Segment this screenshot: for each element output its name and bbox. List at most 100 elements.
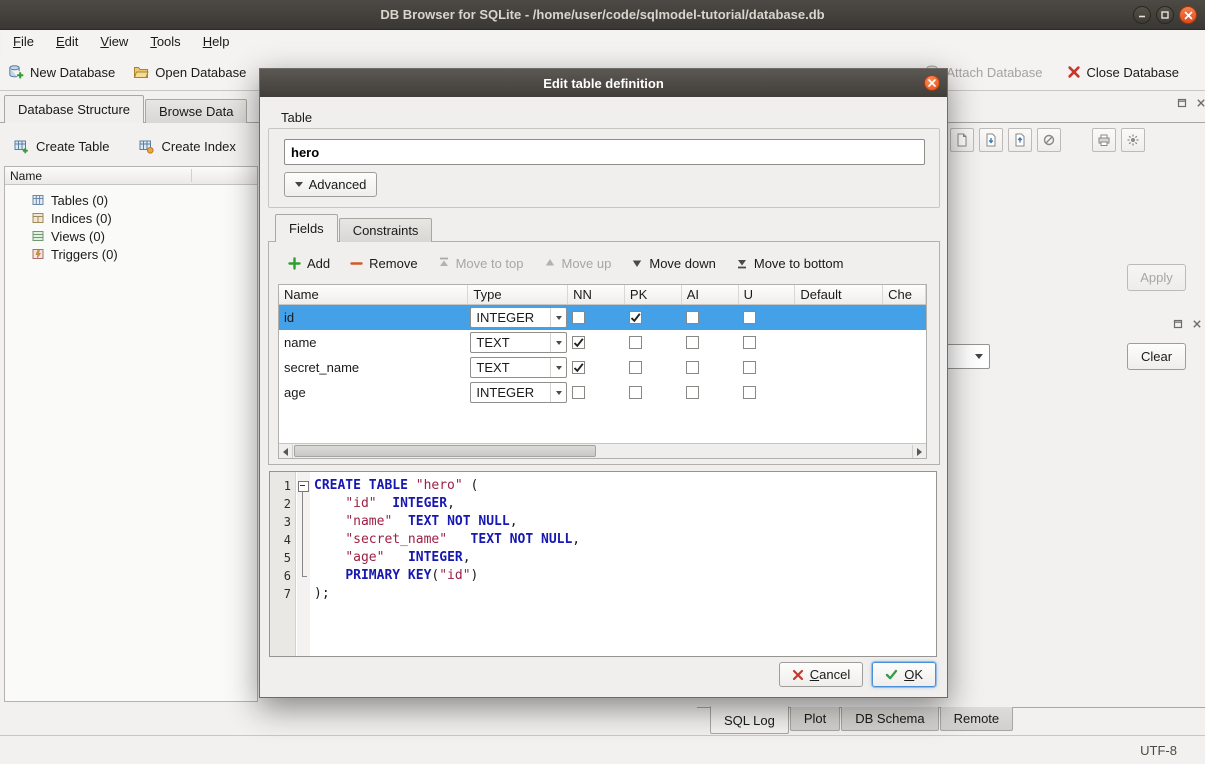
tree-item-triggers-0-[interactable]: Triggers (0) <box>5 245 257 263</box>
menu-tools[interactable]: Tools <box>139 30 191 54</box>
dialog-close-icon[interactable] <box>924 75 940 91</box>
bottom-tab-db-schema[interactable]: DB Schema <box>841 707 938 731</box>
nn-checkbox[interactable] <box>572 336 585 349</box>
column-header-nn[interactable]: NN <box>568 285 625 304</box>
type-combobox[interactable]: TEXT <box>470 357 567 378</box>
column-header-u[interactable]: U <box>739 285 796 304</box>
fold-marker[interactable] <box>296 513 309 531</box>
dock-float-icon[interactable] <box>1176 97 1188 109</box>
dock-close-icon[interactable] <box>1191 318 1203 330</box>
column-header-type[interactable]: Type <box>468 285 568 304</box>
field-row-name[interactable]: nameTEXT <box>279 330 926 355</box>
tab-database-structure[interactable]: Database Structure <box>4 95 144 123</box>
field-name-cell[interactable]: secret_name <box>279 355 468 380</box>
column-header-che[interactable]: Che <box>883 285 926 304</box>
ai-checkbox[interactable] <box>686 311 699 324</box>
fold-marker[interactable] <box>296 567 309 585</box>
field-name-cell[interactable]: id <box>279 305 468 330</box>
column-header-name[interactable]: Name <box>279 285 468 304</box>
scroll-left-icon[interactable] <box>279 445 293 458</box>
sql-editor[interactable]: 1CREATE TABLE "hero" (2 "id" INTEGER,3 "… <box>269 471 937 657</box>
toolbar-new-database[interactable]: New Database <box>8 64 115 80</box>
cancel-button[interactable]: Cancel <box>779 662 863 687</box>
field-name-cell[interactable]: name <box>279 330 468 355</box>
tree-item-views-0-[interactable]: Views (0) <box>5 227 257 245</box>
check-cell[interactable] <box>883 305 926 330</box>
fold-marker[interactable] <box>296 531 309 549</box>
horizontal-scrollbar[interactable] <box>279 443 926 458</box>
button-move-down[interactable]: Move down <box>631 256 715 271</box>
ok-button[interactable]: OK <box>872 662 936 687</box>
ai-checkbox[interactable] <box>686 386 699 399</box>
minimize-icon[interactable] <box>1133 6 1151 24</box>
close-icon[interactable] <box>1179 6 1197 24</box>
pk-checkbox[interactable] <box>629 336 642 349</box>
default-cell[interactable] <box>795 380 883 405</box>
column-header-default[interactable]: Default <box>795 285 883 304</box>
u-checkbox[interactable] <box>743 336 756 349</box>
column-header-ai[interactable]: AI <box>682 285 739 304</box>
nn-checkbox[interactable] <box>572 311 585 324</box>
field-row-age[interactable]: ageINTEGER <box>279 380 926 405</box>
maximize-icon[interactable] <box>1156 6 1174 24</box>
type-combobox[interactable]: TEXT <box>470 332 567 353</box>
clear-button[interactable]: Clear <box>1127 343 1186 370</box>
cell-toolbar-button-export[interactable] <box>1008 128 1032 152</box>
cell-toolbar-button-null[interactable] <box>1037 128 1061 152</box>
bottom-tab-plot[interactable]: Plot <box>790 707 840 731</box>
bottom-tab-remote[interactable]: Remote <box>940 707 1014 731</box>
button-move-to-bottom[interactable]: Move to bottom <box>736 256 844 271</box>
toolbar-close-database[interactable]: Close Database <box>1067 65 1180 80</box>
tab-browse-data[interactable]: Browse Data <box>145 99 247 123</box>
field-row-id[interactable]: idINTEGER <box>279 305 926 330</box>
button-remove[interactable]: Remove <box>350 256 417 271</box>
bottom-tab-sql-log[interactable]: SQL Log <box>710 706 789 734</box>
ai-checkbox[interactable] <box>686 361 699 374</box>
menu-help[interactable]: Help <box>192 30 241 54</box>
advanced-button[interactable]: Advanced <box>284 172 377 197</box>
dock-float-icon[interactable] <box>1172 318 1184 330</box>
check-cell[interactable] <box>883 330 926 355</box>
cell-toolbar-button-document[interactable] <box>950 128 974 152</box>
scrollbar-thumb[interactable] <box>294 445 596 457</box>
nn-checkbox[interactable] <box>572 386 585 399</box>
type-combobox[interactable]: INTEGER <box>470 307 567 328</box>
tree-header[interactable]: Name <box>5 167 257 185</box>
nn-checkbox[interactable] <box>572 361 585 374</box>
dialog-tab-constraints[interactable]: Constraints <box>339 218 433 242</box>
fold-marker[interactable] <box>296 477 309 495</box>
pk-checkbox[interactable] <box>629 386 642 399</box>
pk-checkbox[interactable] <box>629 361 642 374</box>
tree-item-tables-0-[interactable]: Tables (0) <box>5 191 257 209</box>
check-cell[interactable] <box>883 355 926 380</box>
button-create-index[interactable]: Create Index <box>139 139 235 154</box>
ai-checkbox[interactable] <box>686 336 699 349</box>
fold-marker[interactable] <box>296 549 309 567</box>
default-cell[interactable] <box>795 355 883 380</box>
menu-file[interactable]: File <box>2 30 45 54</box>
toolbar-open-database[interactable]: Open Database <box>133 64 246 80</box>
column-header-pk[interactable]: PK <box>625 285 682 304</box>
scroll-right-icon[interactable] <box>912 445 926 458</box>
cell-toolbar-button-settings[interactable] <box>1121 128 1145 152</box>
dialog-tab-fields[interactable]: Fields <box>275 214 338 242</box>
u-checkbox[interactable] <box>743 361 756 374</box>
u-checkbox[interactable] <box>743 386 756 399</box>
button-create-table[interactable]: Create Table <box>14 139 109 154</box>
default-cell[interactable] <box>795 305 883 330</box>
cell-toolbar-button-import[interactable] <box>979 128 1003 152</box>
dock-close-icon[interactable] <box>1195 97 1205 109</box>
pk-checkbox[interactable] <box>629 311 642 324</box>
field-name-cell[interactable]: age <box>279 380 468 405</box>
menu-view[interactable]: View <box>89 30 139 54</box>
cell-toolbar-button-print[interactable] <box>1092 128 1116 152</box>
default-cell[interactable] <box>795 330 883 355</box>
type-combobox[interactable]: INTEGER <box>470 382 567 403</box>
tree-item-indices-0-[interactable]: Indices (0) <box>5 209 257 227</box>
button-add[interactable]: Add <box>288 256 330 271</box>
u-checkbox[interactable] <box>743 311 756 324</box>
menu-edit[interactable]: Edit <box>45 30 89 54</box>
fold-marker[interactable] <box>296 495 309 513</box>
check-cell[interactable] <box>883 380 926 405</box>
field-row-secret-name[interactable]: secret_nameTEXT <box>279 355 926 380</box>
